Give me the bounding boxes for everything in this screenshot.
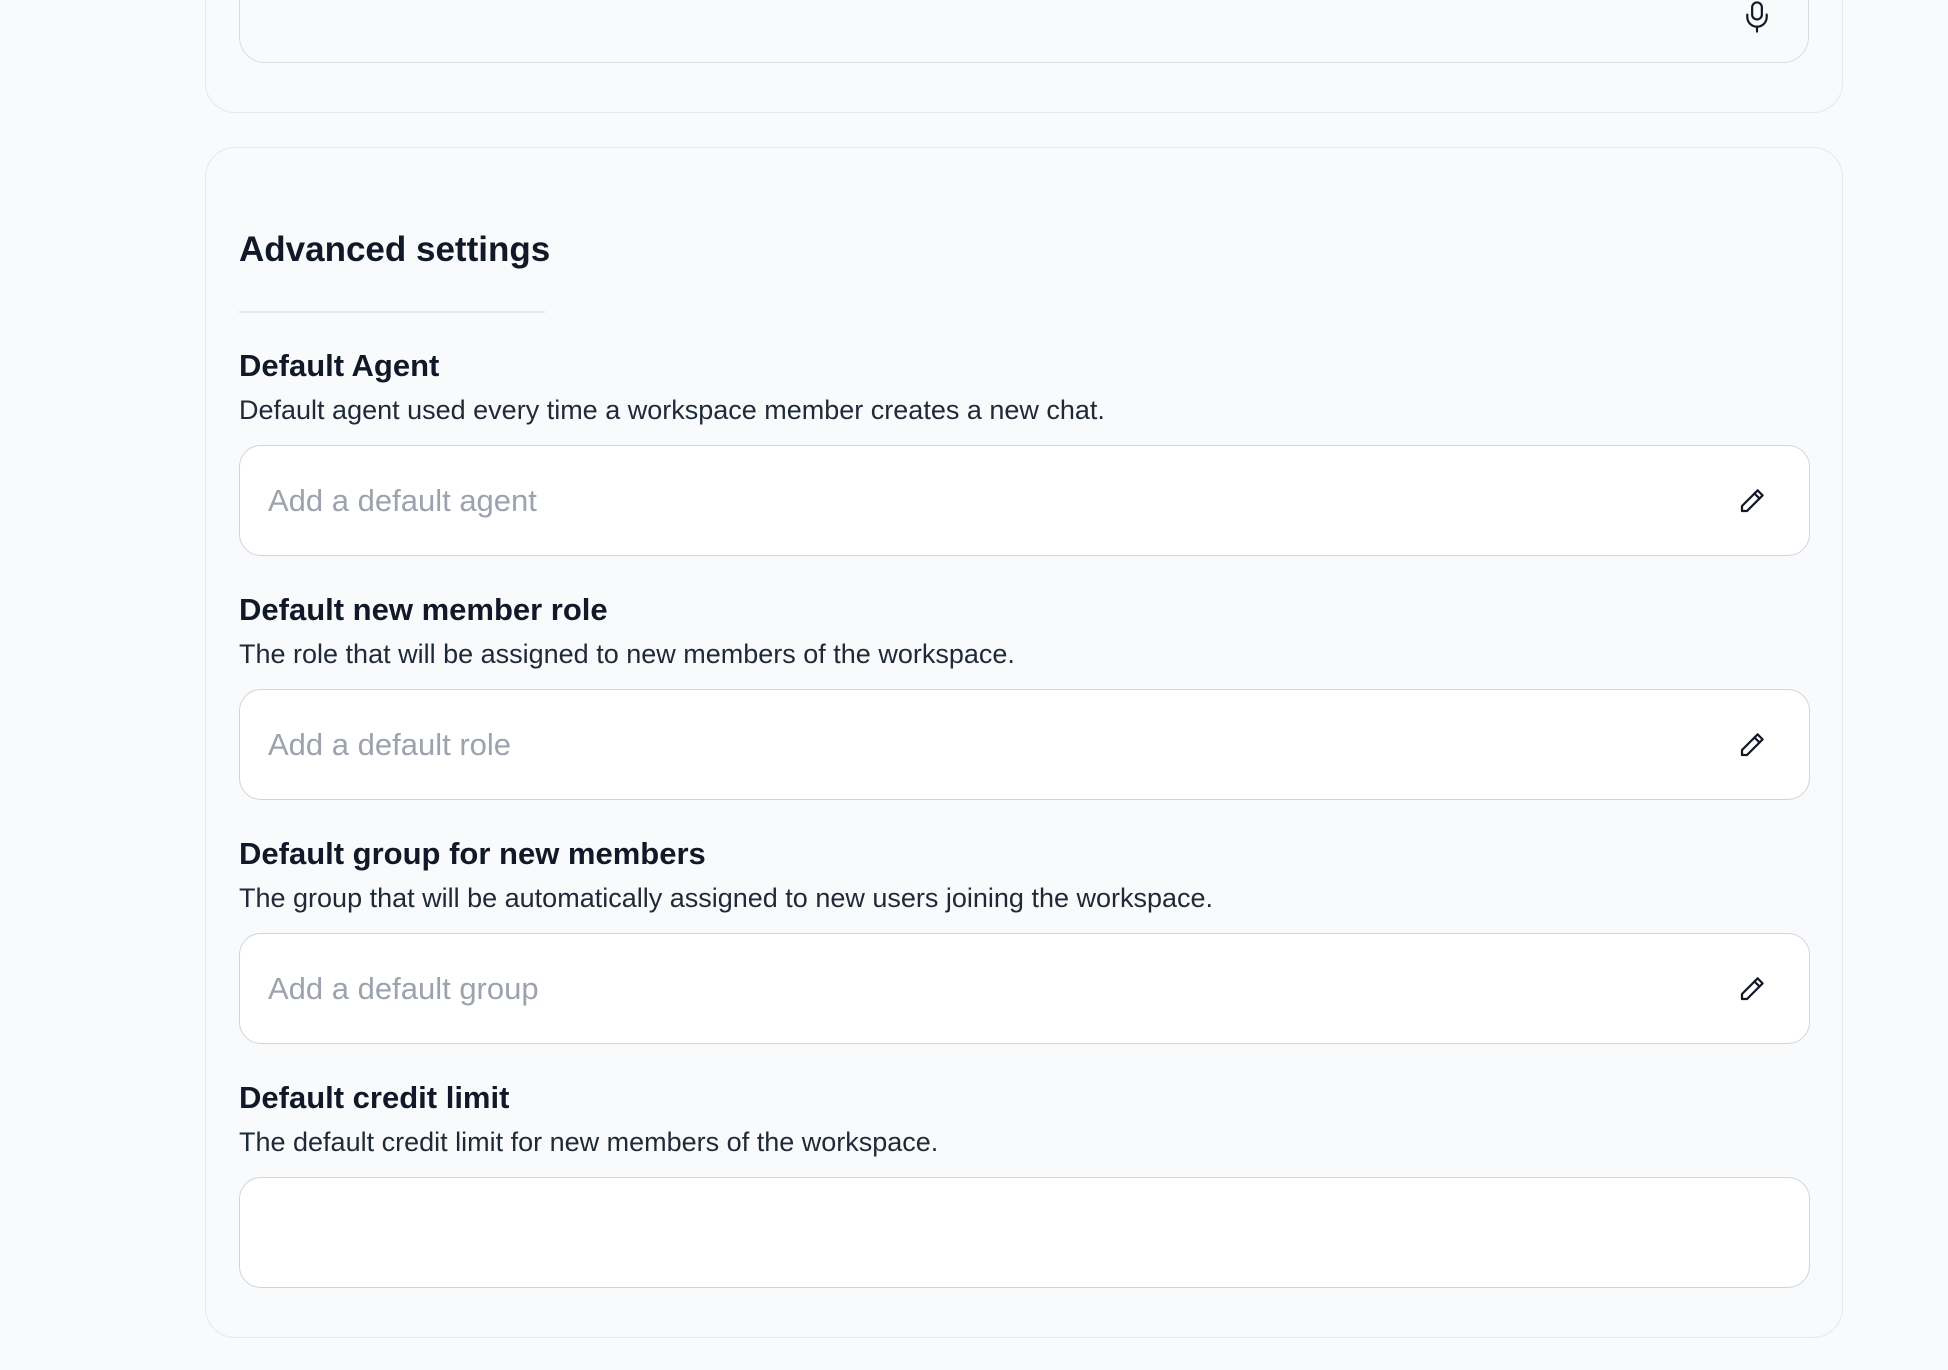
default-agent-description: Default agent used every time a workspac… xyxy=(239,395,1105,425)
default-credit-limit-label: Default credit limit xyxy=(239,1080,510,1115)
pencil-icon[interactable] xyxy=(1737,730,1767,760)
default-role-description: The role that will be assigned to new me… xyxy=(239,639,1015,669)
default-role-placeholder: Add a default role xyxy=(268,726,512,762)
default-group-field[interactable]: Add a default group xyxy=(239,933,1810,1044)
default-group-placeholder: Add a default group xyxy=(268,970,539,1006)
section-title: Advanced settings xyxy=(239,230,551,269)
default-agent-label: Default Agent xyxy=(239,348,440,383)
microphone-icon[interactable] xyxy=(1742,0,1772,34)
voice-text-input[interactable] xyxy=(239,0,1809,63)
default-credit-limit-input[interactable] xyxy=(239,1177,1810,1288)
previous-settings-card xyxy=(205,0,1843,113)
pencil-icon[interactable] xyxy=(1737,486,1767,516)
default-credit-limit-description: The default credit limit for new members… xyxy=(239,1127,939,1157)
pencil-icon[interactable] xyxy=(1737,974,1767,1004)
section-divider xyxy=(239,311,545,313)
default-group-label: Default group for new members xyxy=(239,836,706,871)
default-role-label: Default new member role xyxy=(239,592,608,627)
default-agent-field[interactable]: Add a default agent xyxy=(239,445,1810,556)
advanced-settings-card: Advanced settings Default Agent Default … xyxy=(205,147,1843,1338)
default-group-description: The group that will be automatically ass… xyxy=(239,883,1214,913)
default-agent-placeholder: Add a default agent xyxy=(268,482,537,518)
default-role-field[interactable]: Add a default role xyxy=(239,689,1810,800)
settings-page: Advanced settings Default Agent Default … xyxy=(0,0,1948,1370)
